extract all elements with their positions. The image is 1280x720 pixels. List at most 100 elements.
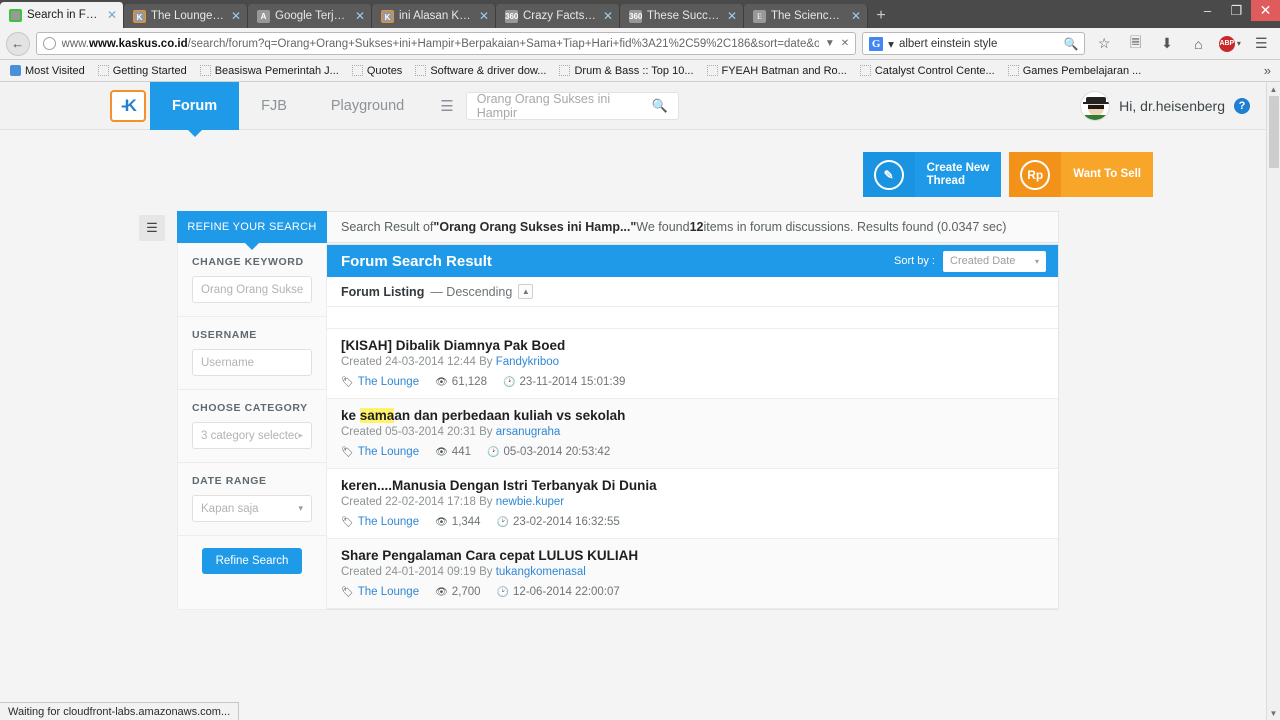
home-icon[interactable]: ⌂ [1186, 32, 1211, 56]
nav-item-fjb[interactable]: FJB [239, 82, 309, 130]
close-icon[interactable]: ✕ [479, 9, 489, 23]
browser-search-bar[interactable]: G ▾ albert einstein style 🔍 [862, 32, 1086, 55]
result-title[interactable]: ke samaan dan perbedaan kuliah vs sekola… [341, 408, 1044, 423]
list-icon[interactable]: ☰ [440, 97, 453, 115]
result-category[interactable]: 🏷 The Lounge [341, 516, 419, 528]
address-bar[interactable]: www.www.kaskus.co.id/search/forum?q=Oran… [35, 32, 857, 55]
close-icon[interactable]: ✕ [727, 9, 737, 23]
menu-icon[interactable]: ☰ [1249, 32, 1274, 56]
refine-your-search-tab[interactable]: REFINE YOUR SEARCH [177, 211, 327, 250]
browser-tab[interactable]: E The Science Of Si... ✕ [744, 4, 868, 28]
status-bar: Waiting for cloudfront-labs.amazonaws.co… [0, 702, 240, 720]
bookmark-item[interactable]: Games Pembelajaran ... [1003, 64, 1147, 78]
result-author[interactable]: Fandykriboo [496, 356, 559, 368]
scroll-down-arrow[interactable]: ▼ [1267, 706, 1280, 720]
bookmark-item[interactable]: Catalyst Control Cente... [855, 64, 1000, 78]
refine-search-button[interactable]: Refine Search [201, 548, 303, 574]
result-item[interactable]: [KISAH] Dibalik Diamnya Pak Boed Created… [327, 329, 1058, 399]
grid-view-icon[interactable]: ☰ [139, 215, 165, 241]
action-bar: ✎ Create New Thread Rp Want To Sell [0, 130, 1280, 197]
chevron-up-icon[interactable]: ▲ [518, 284, 534, 299]
result-item[interactable]: Share Pengalaman Cara cepat LULUS KULIAH… [327, 539, 1058, 609]
minimize-button[interactable]: – [1193, 0, 1222, 21]
result-title[interactable]: keren....Manusia Dengan Istri Terbanyak … [341, 478, 1044, 493]
facts-icon: 360 [505, 9, 518, 23]
tab-title: Google Terjemahan [275, 10, 350, 22]
result-category[interactable]: 🏷 The Lounge [341, 446, 419, 458]
bookmark-icon [859, 65, 871, 76]
facts-icon: 360 [629, 9, 642, 23]
scroll-up-arrow[interactable]: ▲ [1267, 82, 1280, 96]
bookmark-item[interactable]: Beasiswa Pemerintah J... [195, 64, 344, 78]
close-icon[interactable]: ✕ [355, 9, 365, 23]
result-category-link[interactable]: The Lounge [358, 516, 419, 528]
bookmark-star-icon[interactable]: ☆ [1091, 32, 1116, 56]
change-keyword-input[interactable]: Orang Orang Sukses [192, 276, 312, 303]
search-icon[interactable]: 🔍 [652, 98, 668, 114]
download-icon[interactable]: ⬇ [1154, 32, 1179, 56]
close-icon[interactable]: ✕ [231, 9, 241, 23]
site-search-box[interactable]: Orang Orang Sukses ini Hampir 🔍 [465, 91, 679, 120]
field-value: Kapan saja [201, 502, 259, 515]
create-new-thread-button[interactable]: ✎ Create New Thread [862, 152, 1002, 197]
search-input[interactable]: albert einstein style [899, 38, 1059, 50]
browser-tab[interactable]: A Google Terjemahan ✕ [248, 4, 372, 28]
close-icon[interactable]: ✕ [603, 9, 613, 23]
bookmark-item[interactable]: Getting Started [93, 64, 192, 78]
result-category[interactable]: 🏷 The Lounge [341, 586, 419, 598]
close-icon[interactable]: ✕ [851, 9, 861, 23]
result-title[interactable]: [KISAH] Dibalik Diamnya Pak Boed [341, 338, 1044, 353]
bookmark-item[interactable]: Most Visited [5, 64, 90, 78]
browser-tab[interactable]: K ini Alasan Kenapa ... ✕ [372, 4, 496, 28]
username-input[interactable]: Username [192, 349, 312, 376]
nav-item-forum[interactable]: Forum [150, 82, 240, 137]
chevron-down-icon[interactable]: ▼ [825, 38, 835, 49]
help-icon[interactable]: ? [1234, 97, 1250, 114]
back-button[interactable]: ← [6, 31, 30, 56]
sort-by-select[interactable]: Created Date ▾ [943, 250, 1046, 272]
result-title[interactable]: Share Pengalaman Cara cepat LULUS KULIAH [341, 548, 1044, 563]
tab-title: These Successful P... [647, 10, 722, 22]
date-range-select[interactable]: Kapan saja ▾ [192, 495, 312, 522]
result-item[interactable]: keren....Manusia Dengan Istri Terbanyak … [327, 469, 1058, 539]
result-category-link[interactable]: The Lounge [358, 376, 419, 388]
bookmark-label: Most Visited [25, 64, 85, 77]
main-area: ☰ REFINE YOUR SEARCH Search Result of "O… [0, 197, 1280, 610]
bookmark-item[interactable]: Software & driver dow... [410, 64, 551, 78]
bookmark-item[interactable]: Drum & Bass :: Top 10... [554, 64, 698, 78]
choose-category-select[interactable]: 3 category selected ▸ [192, 422, 312, 449]
kaskus-logo-icon[interactable]: -K [110, 89, 146, 122]
nav-item-playground[interactable]: Playground [309, 82, 426, 130]
close-icon[interactable]: ✕ [107, 8, 117, 22]
new-tab-button[interactable]: + [868, 4, 894, 28]
restore-button[interactable]: ❐ [1222, 0, 1251, 21]
want-to-sell-button[interactable]: Rp Want To Sell [1009, 152, 1153, 197]
result-author[interactable]: newbie.kuper [496, 496, 564, 508]
result-author[interactable]: arsanugraha [496, 426, 561, 438]
close-window-button[interactable]: ✕ [1251, 0, 1280, 21]
user-menu[interactable]: Hi, dr.heisenberg ? [1080, 90, 1250, 121]
bookmark-item[interactable]: Quotes [347, 64, 407, 78]
result-item[interactable]: ke samaan dan perbedaan kuliah vs sekola… [327, 399, 1058, 469]
stop-icon[interactable]: ✕ [841, 38, 849, 49]
site-search-input[interactable]: Orang Orang Sukses ini Hampir [477, 92, 652, 120]
result-category[interactable]: 🏷 The Lounge [341, 376, 419, 388]
page-scrollbar[interactable]: ▲ ▼ [1266, 82, 1280, 720]
chevron-down-icon[interactable]: ▾ [888, 37, 894, 51]
reading-list-icon[interactable]: 🗏 [1123, 32, 1148, 56]
bookmark-item[interactable]: FYEAH Batman and Ro... [702, 64, 852, 78]
google-translate-icon: A [257, 9, 270, 23]
result-category-link[interactable]: The Lounge [358, 446, 419, 458]
result-lastpost-value: 23-11-2014 15:01:39 [519, 376, 626, 388]
browser-tab[interactable]: Search in Forum | ... ✕ [0, 2, 124, 28]
browser-tab[interactable]: 360 These Successful P... ✕ [620, 4, 744, 28]
result-author[interactable]: tukangkomenasal [496, 566, 586, 578]
browser-tab[interactable]: 360 Crazy Facts About ... ✕ [496, 4, 620, 28]
search-icon[interactable]: 🔍 [1063, 37, 1078, 51]
bookmarks-overflow-button[interactable]: » [1264, 63, 1275, 78]
scrollbar-thumb[interactable] [1269, 96, 1279, 168]
result-category-link[interactable]: The Lounge [358, 586, 419, 598]
browser-tab[interactable]: K The Lounge | Kask... ✕ [124, 4, 248, 28]
browser-navigation-bar: ← www.www.kaskus.co.id/search/forum?q=Or… [0, 28, 1280, 60]
adblock-icon[interactable]: ABP ▾ [1217, 32, 1242, 56]
